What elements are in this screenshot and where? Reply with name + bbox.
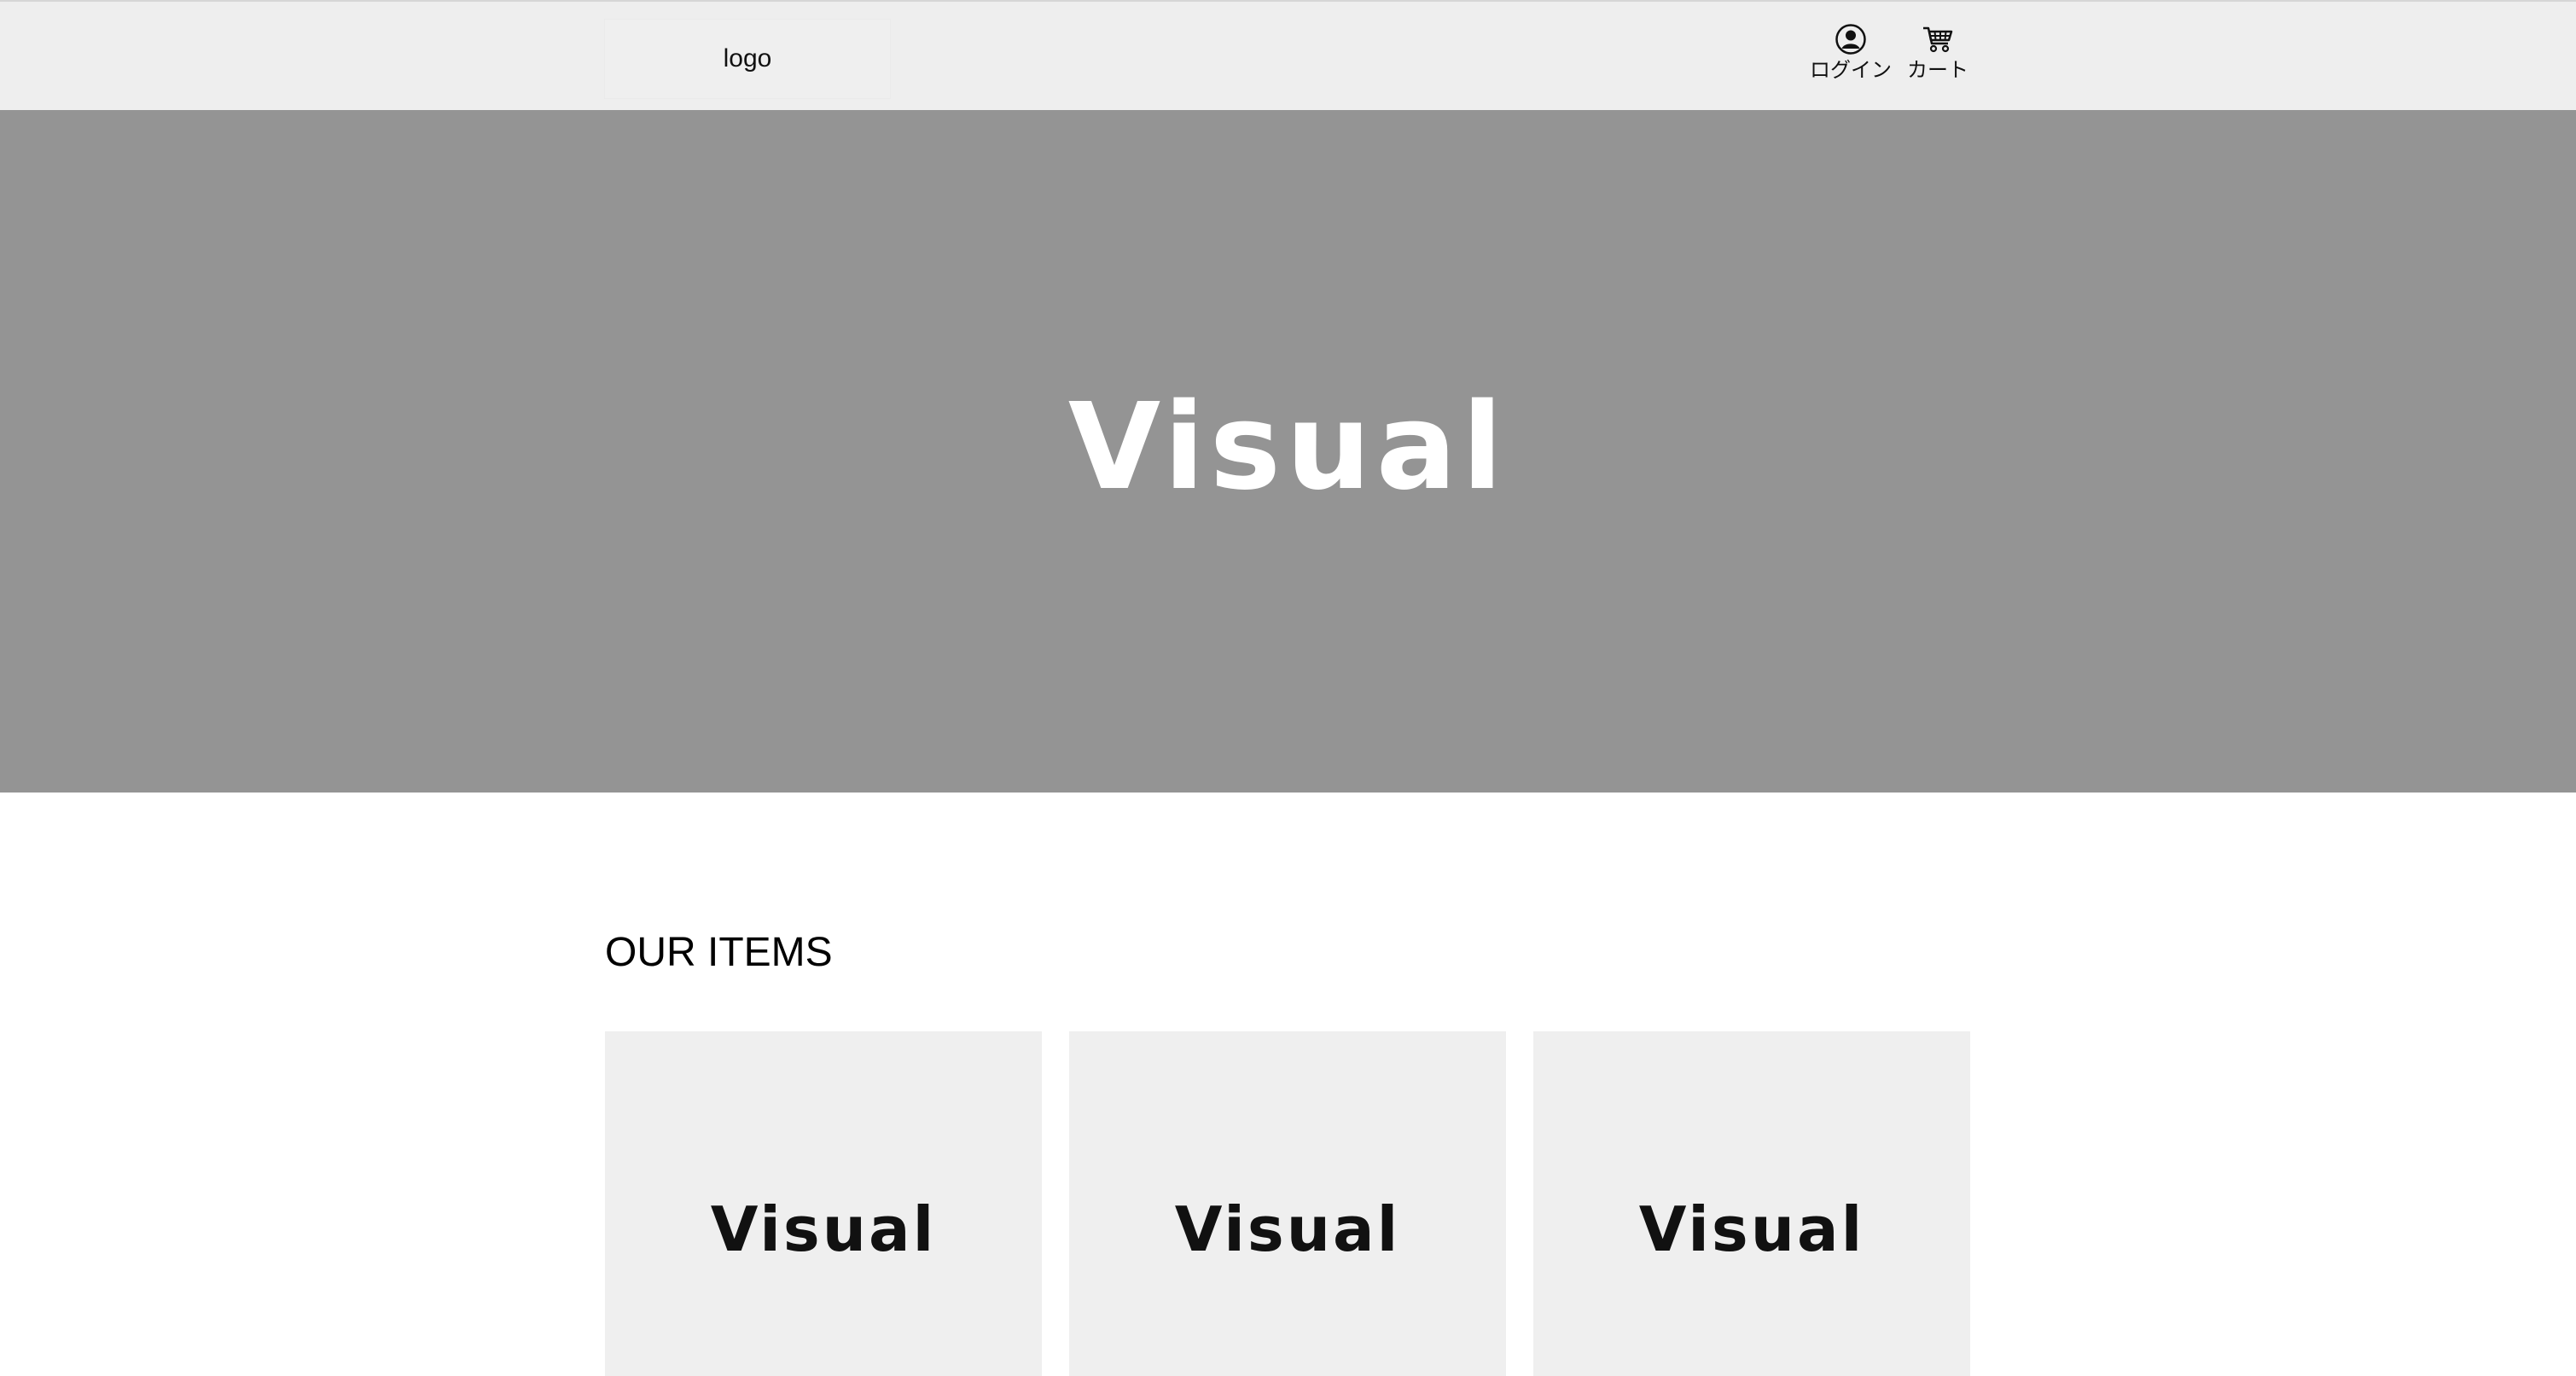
logo-link[interactable]: logo [604,19,891,99]
header-actions: ログイン カート [1808,22,1970,82]
item-visual-text: Visual [1174,1193,1401,1265]
login-button[interactable]: ログイン [1808,22,1893,82]
item-visual-text: Visual [1638,1193,1865,1265]
item-card[interactable]: Visual [1069,1031,1506,1376]
item-card[interactable]: Visual [1533,1031,1970,1376]
login-label: ログイン [1810,58,1892,82]
hero-visual: Visual [0,110,2576,793]
section-title: OUR ITEMS [605,930,833,975]
item-visual-text: Visual [710,1193,937,1265]
logo-text: logo [723,44,772,73]
hero-text: Visual [1067,377,1509,517]
cart-label: カート [1907,58,1968,82]
items-grid: Visual Visual Visual [605,1031,1970,1376]
site-header: logo ログイン カート [0,0,2576,110]
cart-button[interactable]: カート [1905,22,1970,82]
user-circle-icon [1834,22,1868,56]
item-card[interactable]: Visual [605,1031,1042,1376]
shopping-cart-icon [1921,22,1955,56]
page: logo ログイン カート Visual OUR ITEMS Visual Vi… [0,0,2576,1376]
